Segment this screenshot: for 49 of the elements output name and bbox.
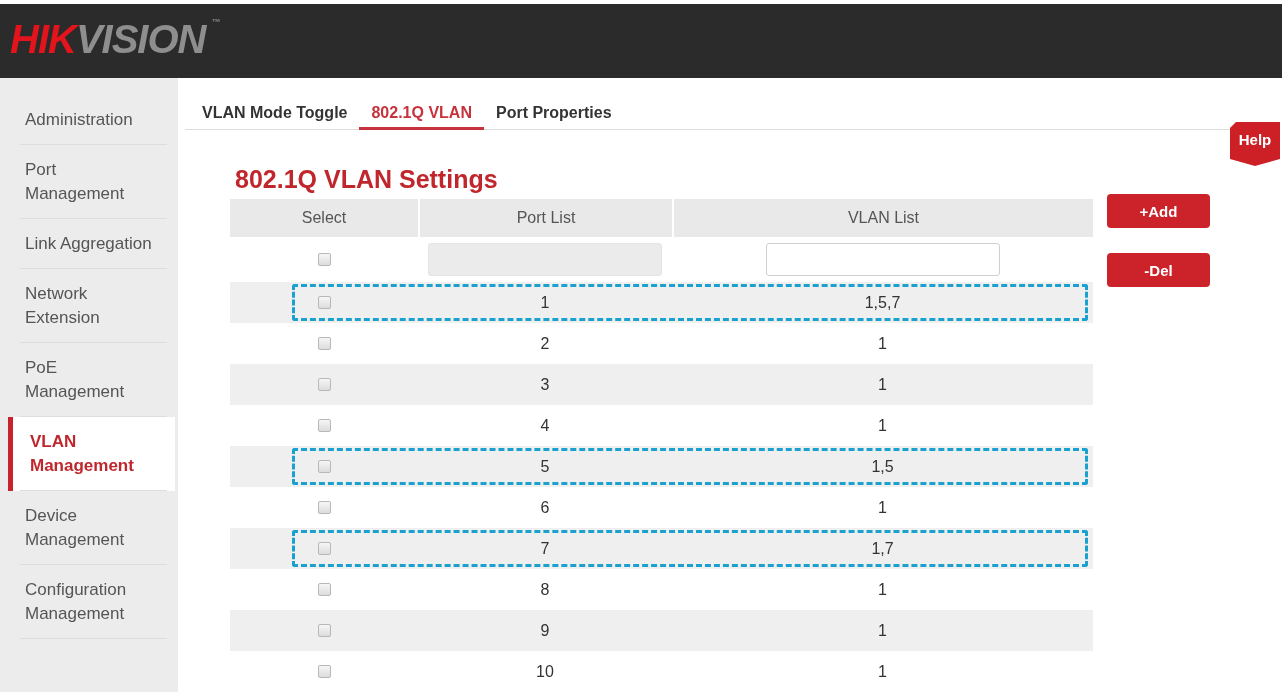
brand-logo: HIKVISION™ [10,17,221,61]
sidebar-item[interactable]: Port Management [8,145,175,219]
port-number: 7 [540,538,550,559]
page-title: 802.1Q VLAN Settings [235,164,499,194]
vlan-ids: 1 [878,374,887,395]
port-number: 9 [540,620,550,641]
checkbox[interactable] [317,378,331,391]
vlan-ids: 1,5 [871,456,894,477]
checkbox[interactable] [317,542,331,555]
sidebar-item[interactable]: VLAN Management [8,417,175,491]
port-number: 6 [540,497,550,518]
port-number: 1 [540,292,550,313]
tab[interactable]: Port Properties [483,103,624,130]
vlan-ids: 1 [878,620,887,641]
vlan-ids: 1 [878,579,887,600]
port-number: 8 [540,579,550,600]
vlan-ids: 1 [878,661,887,682]
checkbox[interactable] [317,296,331,309]
vlan-ids: 1 [878,333,887,354]
vlan-ids: 1 [878,415,887,436]
sidebar-item[interactable]: Configuration Management [8,565,175,639]
checkbox[interactable] [317,460,331,473]
help-button[interactable]: Help [1230,122,1280,166]
checkbox[interactable] [317,583,331,596]
port-number: 3 [540,374,550,395]
vlan-ids: 1,5,7 [864,292,901,313]
sidebar-item[interactable]: PoE Management [8,343,175,417]
tab[interactable]: VLAN Mode Toggle [190,103,360,130]
sidebar-item[interactable]: Administration [8,95,175,145]
checkbox[interactable] [317,665,331,678]
vlan-input-field[interactable] [765,243,1000,276]
sidebar-item[interactable]: Link Aggregation [8,219,175,269]
port-number: 2 [540,333,550,354]
vlan-ids: 1 [878,497,887,518]
checkbox[interactable] [317,253,331,266]
port-number: 4 [540,415,550,436]
tab[interactable]: 802.1Q VLAN [359,103,484,130]
sidebar-item[interactable]: Device Management [8,491,175,565]
port-number: 10 [536,661,554,682]
checkbox[interactable] [317,624,331,637]
checkbox[interactable] [317,419,331,432]
checkbox[interactable] [317,501,331,514]
add-button[interactable]: +Add [1107,194,1210,228]
checkbox[interactable] [317,337,331,350]
column-header: Select [300,208,348,228]
sidebar-item[interactable]: Network Extension [8,269,175,343]
port-number: 5 [540,456,550,477]
vlan-ids: 1,7 [871,538,894,559]
delete-button[interactable]: -Del [1107,253,1210,287]
